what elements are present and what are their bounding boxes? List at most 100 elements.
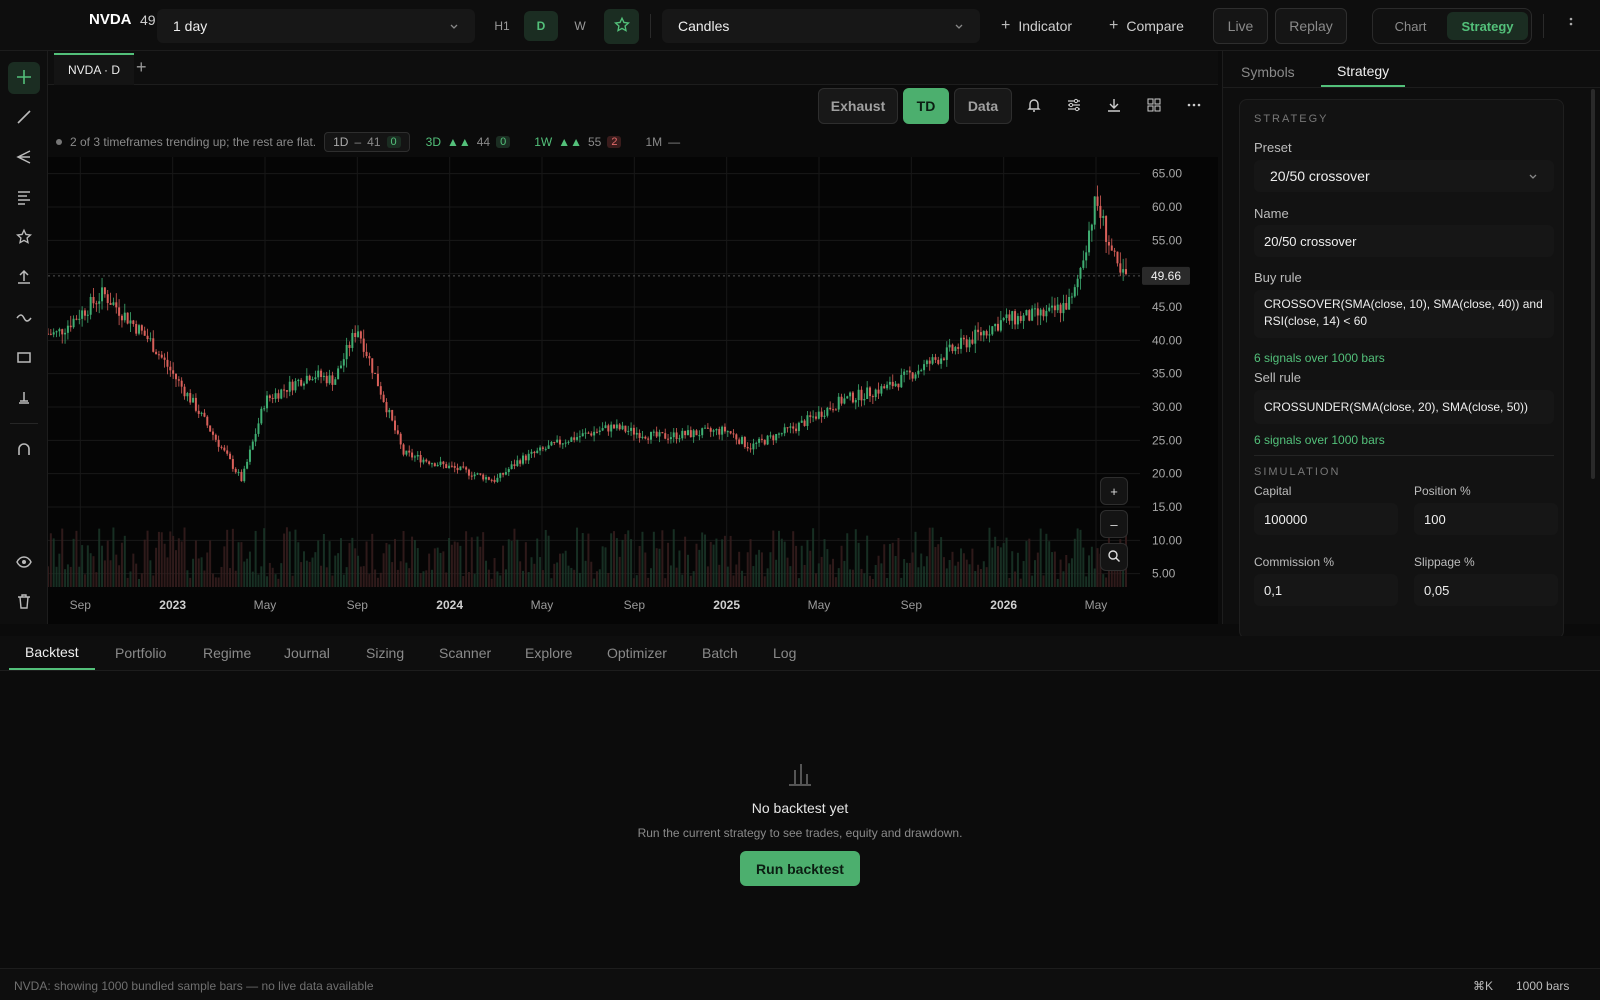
candle-body	[155, 351, 158, 355]
candle-body	[1065, 303, 1068, 310]
wave-tool[interactable]	[8, 302, 40, 334]
text-tool[interactable]	[8, 182, 40, 214]
tf-chip-1d[interactable]: 1D – 41 0	[324, 132, 410, 152]
tab-strategy[interactable]: Strategy	[1321, 57, 1406, 87]
tab-optimizer[interactable]: Optimizer	[591, 636, 683, 670]
upload-tool[interactable]	[8, 262, 40, 294]
rectangle-tool[interactable]	[8, 342, 40, 374]
candle-body	[214, 434, 217, 440]
tab-backtest[interactable]: Backtest	[9, 636, 95, 670]
zoom-out-button[interactable]: –	[1100, 510, 1128, 538]
chart-tab-nvda[interactable]: NVDA · D	[54, 53, 135, 85]
tab-log[interactable]: Log	[757, 636, 812, 670]
fib-tool[interactable]	[8, 142, 40, 174]
candle-body	[1002, 318, 1005, 321]
volume-bar	[576, 527, 579, 587]
tf-chip-1m[interactable]: 1M —	[637, 133, 688, 151]
candle-body	[652, 431, 655, 433]
settings-button[interactable]	[1058, 90, 1090, 122]
exhaust-button[interactable]: Exhaust	[818, 88, 898, 124]
tab-batch[interactable]: Batch	[686, 636, 754, 670]
more-vertical-icon[interactable]	[1568, 16, 1574, 35]
visibility-tool[interactable]	[8, 547, 40, 579]
candle-body	[675, 432, 678, 440]
candle-body	[829, 407, 832, 410]
position-input[interactable]: 100	[1414, 503, 1558, 535]
add-indicator-button[interactable]: + Indicator	[1001, 17, 1072, 35]
tf-chip-3d[interactable]: 3D ▲▲ 44 0	[418, 133, 519, 151]
name-input[interactable]: 20/50 crossover	[1254, 225, 1554, 257]
y-tick-label: 30.00	[1152, 400, 1182, 414]
x-tick-label: 2024	[436, 598, 463, 612]
price-chart[interactable]: 65.0060.0055.0050.0045.0040.0035.0030.00…	[47, 157, 1218, 624]
candle-body	[689, 430, 692, 438]
delete-drawings-tool[interactable]	[8, 586, 40, 618]
magnet-tool[interactable]	[8, 434, 40, 466]
scrollbar[interactable]	[1591, 89, 1595, 479]
zoom-fit-button[interactable]	[1100, 543, 1128, 571]
chart-type-select[interactable]: Candles	[662, 9, 980, 43]
mode-chart-button[interactable]: Chart	[1376, 12, 1445, 40]
more-horizontal-icon	[1186, 97, 1202, 116]
slippage-input[interactable]: 0,05	[1414, 574, 1558, 606]
volume-bar	[391, 562, 394, 587]
volume-bar	[1093, 568, 1096, 587]
volume-bar	[52, 538, 55, 587]
favorite-button[interactable]	[604, 9, 639, 44]
volume-bar	[749, 539, 752, 587]
tab-journal[interactable]: Journal	[268, 636, 346, 670]
tab-symbols[interactable]: Symbols	[1225, 57, 1311, 87]
layout-button[interactable]	[1138, 90, 1170, 122]
candle-body	[914, 374, 917, 379]
tab-scanner[interactable]: Scanner	[423, 636, 507, 670]
measure-tool[interactable]	[8, 382, 40, 414]
candle-body	[1045, 310, 1048, 317]
volume-bar	[669, 565, 672, 587]
command-palette-shortcut[interactable]: ⌘K	[1473, 979, 1493, 993]
capital-input[interactable]: 100000	[1254, 503, 1398, 535]
symbol-label[interactable]: NVDA	[89, 11, 132, 28]
mode-strategy-button[interactable]: Strategy	[1447, 12, 1528, 40]
add-tab-plus-icon[interactable]: +	[136, 57, 147, 78]
tab-explore[interactable]: Explore	[509, 636, 588, 670]
buy-rule-textarea[interactable]: CROSSOVER(SMA(close, 10), SMA(close, 40)…	[1254, 290, 1554, 338]
data-button[interactable]: Data	[954, 88, 1012, 124]
favorites-tool[interactable]	[8, 222, 40, 254]
trendline-tool[interactable]	[8, 102, 40, 134]
tab-regime[interactable]: Regime	[187, 636, 267, 670]
sell-rule-textarea[interactable]: CROSSUNDER(SMA(close, 20), SMA(close, 50…	[1254, 390, 1554, 424]
crosshair-tool[interactable]	[8, 62, 40, 94]
volume-bar	[209, 540, 212, 587]
more-button[interactable]	[1178, 90, 1210, 122]
replay-button[interactable]: Replay	[1275, 8, 1347, 44]
download-button[interactable]	[1098, 90, 1130, 122]
alert-button[interactable]	[1018, 90, 1050, 122]
live-button[interactable]: Live	[1213, 8, 1268, 44]
tf-chip-1w[interactable]: 1W ▲▲ 55 2	[526, 133, 629, 151]
zoom-in-button[interactable]: +	[1100, 477, 1128, 505]
candle-body	[942, 358, 945, 360]
compare-button[interactable]: + Compare	[1109, 17, 1184, 35]
volume-bar	[979, 568, 982, 587]
timeframe-w-button[interactable]: W	[563, 11, 597, 41]
run-backtest-button[interactable]: Run backtest	[740, 851, 860, 886]
commission-input[interactable]: 0,1	[1254, 574, 1398, 606]
candle-body	[806, 415, 809, 426]
volume-bar	[945, 568, 948, 587]
td-button[interactable]: TD	[903, 88, 949, 124]
tab-sizing[interactable]: Sizing	[350, 636, 420, 670]
preset-select[interactable]: 20/50 crossover	[1254, 160, 1554, 192]
timeframe-h1-button[interactable]: H1	[485, 11, 519, 41]
trend-info-bar: 2 of 3 timeframes trending up; the rest …	[48, 127, 1218, 157]
timeframe-d-button[interactable]: D	[524, 11, 558, 41]
candlestick-chart[interactable]: 65.0060.0055.0050.0045.0040.0035.0030.00…	[47, 157, 1218, 624]
candle-body	[672, 432, 675, 438]
candle-body	[704, 427, 707, 429]
volume-bar	[428, 553, 431, 587]
volume-bar	[47, 566, 49, 587]
tab-portfolio[interactable]: Portfolio	[99, 636, 182, 670]
interval-select[interactable]: 1 day	[157, 9, 475, 43]
tf-score: 55	[588, 135, 602, 149]
candle-body	[556, 439, 559, 443]
candle-body	[644, 436, 647, 439]
